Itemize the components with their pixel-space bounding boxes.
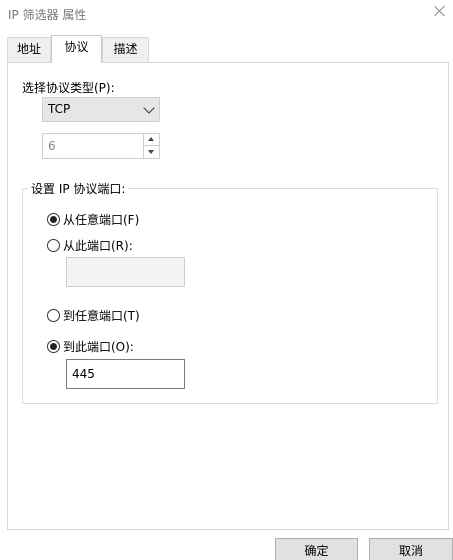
to-any-port-label: 到任意端口(T) xyxy=(63,308,140,323)
protocol-number-value: 6 xyxy=(48,139,56,153)
port-settings-label: 设置 IP 协议端口: xyxy=(28,180,129,197)
stepper-buttons xyxy=(143,134,159,158)
chevron-down-icon xyxy=(143,102,155,114)
to-this-port-radio[interactable]: 到此端口(O): xyxy=(47,338,134,354)
tab-description[interactable]: 描述 xyxy=(102,37,149,62)
to-any-port-radio[interactable]: 到任意端口(T) xyxy=(47,307,140,323)
ok-button[interactable]: 确定 xyxy=(275,538,358,560)
title-bar: IP 筛选器 属性 xyxy=(0,0,453,30)
cancel-button[interactable]: 取消 xyxy=(369,538,453,560)
protocol-number-stepper: 6 xyxy=(42,133,160,159)
radio-unselected-icon xyxy=(47,238,60,252)
from-this-port-label: 从此端口(R): xyxy=(63,238,133,253)
stepper-down-button[interactable] xyxy=(144,146,159,158)
radio-selected-icon xyxy=(47,339,60,353)
radio-selected-icon xyxy=(47,212,60,226)
from-any-port-radio[interactable]: 从任意端口(F) xyxy=(47,211,139,227)
triangle-down-icon xyxy=(148,150,154,154)
window-title: IP 筛选器 属性 xyxy=(8,8,87,22)
radio-unselected-icon xyxy=(47,308,60,322)
from-port-input[interactable] xyxy=(66,257,185,287)
stepper-up-button[interactable] xyxy=(144,134,159,146)
close-icon[interactable] xyxy=(433,4,447,18)
to-port-input[interactable]: 445 xyxy=(66,359,185,389)
from-any-port-label: 从任意端口(F) xyxy=(63,212,140,227)
protocol-type-value: TCP xyxy=(48,102,71,116)
to-this-port-label: 到此端口(O): xyxy=(63,339,134,354)
tab-protocol[interactable]: 协议 xyxy=(51,35,102,63)
tab-address[interactable]: 地址 xyxy=(7,37,51,62)
protocol-type-label: 选择协议类型(P): xyxy=(22,81,115,95)
to-port-value: 445 xyxy=(72,367,95,381)
protocol-type-select[interactable]: TCP xyxy=(42,97,160,122)
triangle-up-icon xyxy=(148,137,154,141)
from-this-port-radio[interactable]: 从此端口(R): xyxy=(47,237,133,253)
